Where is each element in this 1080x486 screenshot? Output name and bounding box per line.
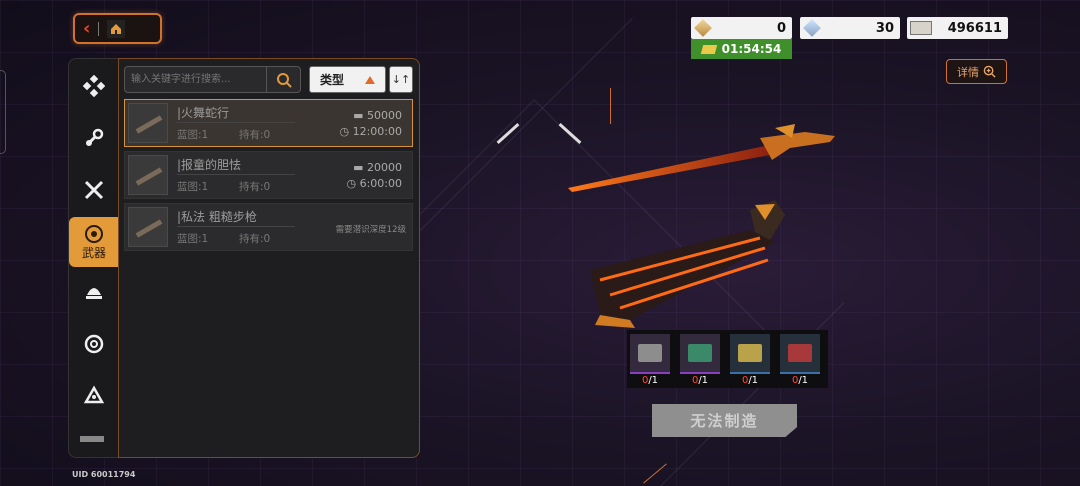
nav-bar: ‹ — [73, 13, 162, 44]
edge-handle[interactable] — [0, 70, 6, 154]
sort-button[interactable]: ↓↑ — [389, 66, 413, 93]
crossed-tools-icon[interactable] — [69, 167, 119, 213]
weapons-icon — [85, 224, 103, 243]
material-count: 0/1 — [791, 375, 809, 386]
search-box — [124, 66, 301, 93]
material-count: 0/1 — [691, 375, 709, 386]
back-icon[interactable]: ‹ — [83, 19, 90, 38]
recipe-time: ◷ 12:00:00 — [339, 125, 402, 138]
silver-gem-icon — [803, 19, 821, 37]
diamond-cluster-icon[interactable] — [69, 63, 119, 109]
currency-gold[interactable]: 0 — [691, 17, 792, 39]
timer-value: 01:54:54 — [721, 42, 782, 56]
recipe-blueprint: 蓝图:1 — [177, 233, 209, 245]
detail-button-label: 详情 — [957, 65, 979, 79]
recipe-row[interactable]: |火舞蛇行 蓝图:1 持有:0 ▬ 50000 ◷ 12:00:00 — [124, 99, 413, 147]
accent-line — [610, 88, 611, 124]
search-icon — [276, 72, 292, 88]
currency-gold-value: 0 — [776, 20, 786, 36]
weapons-tab[interactable]: 武器 — [69, 217, 119, 267]
material-count: 0/1 — [641, 375, 659, 386]
recipe-name: |报童的胆怯 — [177, 158, 242, 172]
row-divider — [177, 122, 295, 123]
recipe-owned: 持有:0 — [239, 181, 271, 193]
recipe-cost: ▬ 50000 — [353, 109, 402, 122]
search-button[interactable] — [266, 67, 300, 92]
craft-button-label: 无法制造 — [690, 412, 759, 430]
user-id: UID 60011794 — [72, 470, 136, 479]
detail-button[interactable]: 详情 — [946, 59, 1007, 84]
zoom-in-icon — [983, 65, 996, 78]
row-divider — [177, 226, 295, 227]
recipe-cost-value: 50000 — [367, 109, 402, 122]
recipe-owned: 持有:0 — [239, 129, 271, 141]
recipe-owned: 持有:0 — [239, 233, 271, 245]
type-filter-label: 类型 — [320, 73, 345, 87]
cash-icon: ▬ — [353, 161, 367, 174]
row-divider — [177, 174, 295, 175]
recipe-row[interactable]: |报童的胆怯 蓝图:1 持有:0 ▬ 20000 ◷ 6:00:00 — [124, 151, 413, 199]
cash-icon — [910, 21, 932, 35]
material-slot[interactable] — [780, 334, 820, 374]
nav-separator — [98, 21, 100, 36]
weapon-thumbnail — [128, 155, 168, 195]
recipe-time-value: 12:00:00 — [352, 125, 402, 138]
gold-gem-icon — [694, 19, 712, 37]
clock-icon: ◷ — [339, 125, 353, 138]
currency-silver[interactable]: 30 — [800, 17, 900, 39]
clock-icon: ◷ — [346, 177, 360, 190]
timer-badge: 01:54:54 — [691, 39, 792, 59]
type-filter-dropdown[interactable]: 类型 — [309, 66, 386, 93]
recipe-cost-value: 20000 — [367, 161, 402, 174]
ticket-icon — [700, 44, 717, 54]
wrench-icon[interactable] — [69, 115, 119, 161]
material-slot[interactable] — [730, 334, 770, 374]
recipe-blueprint: 蓝图:1 — [177, 181, 209, 193]
currency-cash[interactable]: 496611 — [907, 17, 1008, 39]
sort-icon: ↓↑ — [391, 73, 411, 86]
helmet-icon[interactable] — [69, 269, 119, 315]
materials-panel: 0/1 0/1 0/1 0/1 — [627, 330, 828, 388]
recipe-blueprint: 蓝图:1 — [177, 129, 209, 141]
category-sidebar: 武器 — [68, 58, 119, 458]
cash-icon: ▬ — [353, 109, 367, 122]
recipe-time: ◷ 6:00:00 — [346, 177, 402, 190]
recipe-row[interactable]: |私法 粗糙步枪 蓝图:1 持有:0 需要潜识深度12级 — [124, 203, 413, 251]
home-icon[interactable] — [107, 19, 126, 38]
weapon-thumbnail — [128, 207, 168, 247]
spiral-icon[interactable] — [69, 321, 119, 367]
search-input[interactable] — [125, 67, 263, 92]
material-slot[interactable] — [630, 334, 670, 374]
currency-silver-value: 30 — [875, 20, 894, 36]
sidebar-scroll-indicator — [80, 436, 104, 442]
material-slot[interactable] — [680, 334, 720, 374]
weapon-preview — [568, 124, 835, 328]
weapons-tab-label: 武器 — [81, 245, 106, 260]
weapon-thumbnail — [128, 103, 168, 143]
material-count: 0/1 — [741, 375, 759, 386]
triangle-up-icon — [365, 75, 375, 84]
currency-cash-value: 496611 — [947, 20, 1002, 36]
recipe-cost: ▬ 20000 — [353, 161, 402, 174]
recipe-name: |火舞蛇行 — [177, 106, 230, 120]
recipe-requirement: 需要潜识深度12级 — [335, 225, 406, 235]
radiation-icon[interactable] — [69, 373, 119, 419]
recipe-time-value: 6:00:00 — [359, 177, 402, 190]
recipe-name: |私法 粗糙步枪 — [177, 210, 257, 224]
craft-button[interactable]: 无法制造 — [652, 404, 797, 437]
